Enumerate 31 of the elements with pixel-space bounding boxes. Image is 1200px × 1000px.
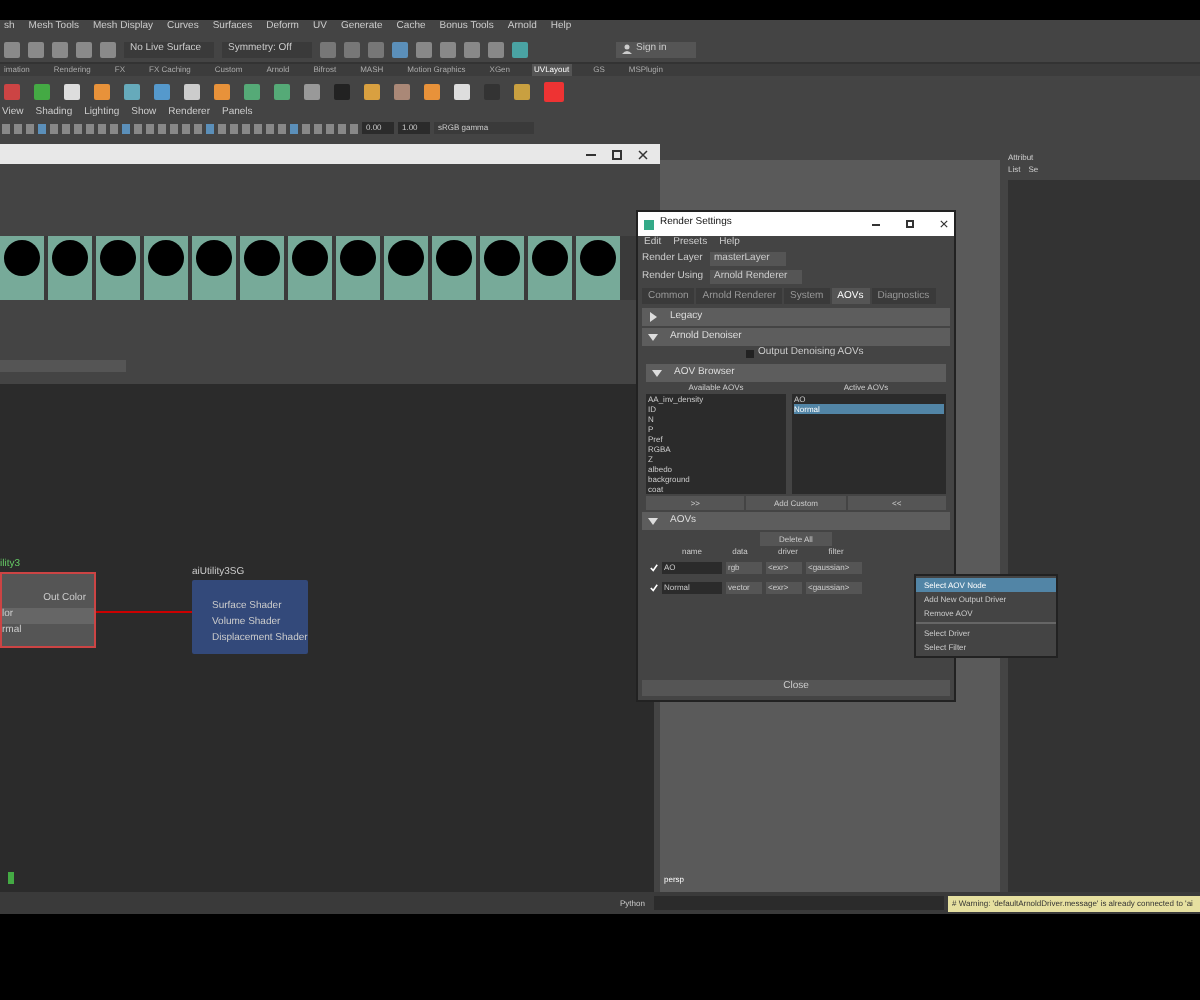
expanded-arrow-icon[interactable] xyxy=(652,368,662,378)
material-swatch[interactable] xyxy=(48,236,92,300)
close-icon[interactable] xyxy=(940,220,948,228)
expanded-arrow-icon[interactable] xyxy=(648,332,658,342)
minimize-icon[interactable] xyxy=(586,153,596,155)
material-swatch[interactable] xyxy=(528,236,572,300)
collapsed-arrow-icon[interactable] xyxy=(648,312,658,322)
checkbox[interactable] xyxy=(746,350,754,358)
connection-line xyxy=(92,610,196,616)
material-swatch[interactable] xyxy=(144,236,188,300)
material-swatch[interactable] xyxy=(576,236,620,300)
logo-icon[interactable] xyxy=(544,81,564,101)
user-icon xyxy=(622,44,632,54)
expanded-arrow-icon[interactable] xyxy=(648,516,658,526)
material-swatch[interactable] xyxy=(192,236,236,300)
app-icon xyxy=(644,219,654,229)
minimize-icon[interactable] xyxy=(872,223,880,225)
close-icon[interactable] xyxy=(638,149,648,159)
maximize-icon[interactable] xyxy=(612,149,622,159)
maximize-icon[interactable] xyxy=(906,220,914,228)
checkmark-icon[interactable] xyxy=(650,584,658,592)
material-swatch[interactable] xyxy=(480,236,524,300)
material-swatch[interactable] xyxy=(96,236,140,300)
material-swatch[interactable] xyxy=(240,236,284,300)
material-swatch[interactable] xyxy=(0,236,44,300)
axis-icon xyxy=(8,872,14,884)
material-swatch[interactable] xyxy=(432,236,476,300)
material-swatch[interactable] xyxy=(288,236,332,300)
checkmark-icon[interactable] xyxy=(650,564,658,572)
material-swatch[interactable] xyxy=(336,236,380,300)
material-swatch[interactable] xyxy=(384,236,428,300)
